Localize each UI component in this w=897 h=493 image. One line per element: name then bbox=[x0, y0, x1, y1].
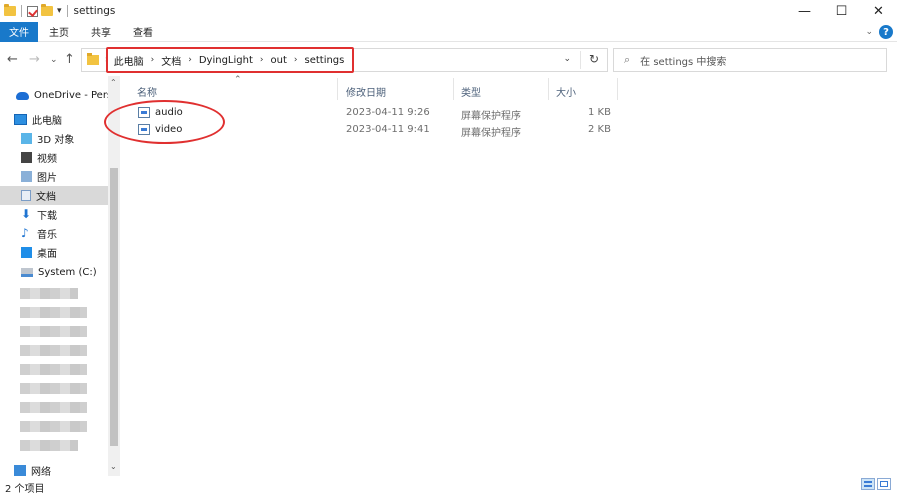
redacted-item bbox=[20, 383, 87, 394]
forward-arrow-icon[interactable]: → bbox=[29, 52, 40, 67]
picture-icon bbox=[21, 171, 32, 182]
tab-file[interactable]: 文件 bbox=[0, 21, 38, 42]
annotation-highlight-path bbox=[106, 47, 354, 73]
window-title: settings bbox=[73, 5, 116, 17]
column-header-size[interactable]: 大小 bbox=[556, 84, 576, 99]
recent-locations-icon[interactable]: ⌄ bbox=[50, 55, 58, 65]
sidebar-item-documents[interactable]: 文档 bbox=[0, 186, 108, 205]
download-icon: ⬇ bbox=[21, 207, 32, 221]
folder-icon bbox=[87, 53, 99, 65]
column-divider[interactable] bbox=[453, 78, 454, 100]
view-toggle bbox=[861, 478, 891, 490]
large-icons-view-button[interactable] bbox=[877, 478, 891, 490]
redacted-item bbox=[20, 440, 78, 451]
scroll-down-icon[interactable]: ⌄ bbox=[110, 462, 117, 471]
sidebar-item-pictures[interactable]: 图片 bbox=[0, 167, 108, 186]
search-box[interactable]: ⌕ 在 settings 中搜索 bbox=[613, 48, 887, 72]
column-divider[interactable] bbox=[617, 78, 618, 100]
sidebar-item-this-pc[interactable]: 此电脑 bbox=[0, 110, 108, 129]
scroll-up-icon[interactable]: ⌃ bbox=[110, 78, 117, 87]
music-icon: ♪ bbox=[21, 226, 29, 240]
sidebar-item-system-drive[interactable]: System (C:) bbox=[0, 263, 108, 282]
address-history-chevron-icon[interactable]: ⌄ bbox=[563, 54, 571, 64]
file-type: 屏幕保护程序 bbox=[461, 128, 521, 139]
file-date: 2023-04-11 9:41 bbox=[346, 124, 430, 135]
close-button[interactable]: ✕ bbox=[860, 0, 897, 22]
sidebar-item-music[interactable]: ♪ 音乐 bbox=[0, 224, 108, 243]
scrollbar-thumb[interactable] bbox=[110, 168, 118, 446]
details-view-button[interactable] bbox=[861, 478, 875, 490]
sidebar-item-network[interactable]: 网络 bbox=[0, 461, 108, 480]
title-bar: ▾ settings — ☐ ✕ bbox=[0, 0, 897, 22]
document-icon bbox=[21, 190, 31, 201]
search-input[interactable]: 在 settings 中搜索 bbox=[640, 53, 726, 68]
redacted-item bbox=[20, 288, 78, 299]
refresh-icon[interactable]: ↻ bbox=[589, 52, 599, 66]
divider bbox=[580, 51, 581, 69]
ribbon-tabs: 文件 主页 共享 查看 ⌄ ? bbox=[0, 21, 897, 42]
annotation-highlight-files bbox=[104, 100, 225, 144]
tab-view[interactable]: 查看 bbox=[122, 22, 164, 42]
details-view-icon bbox=[864, 481, 872, 487]
network-icon bbox=[14, 465, 26, 476]
file-type: 屏幕保护程序 bbox=[461, 111, 521, 122]
up-arrow-icon[interactable]: ↑ bbox=[64, 52, 75, 67]
sort-ascending-icon: ⌃ bbox=[234, 75, 242, 85]
redacted-item bbox=[20, 421, 87, 432]
sidebar-item-3d-objects[interactable]: 3D 对象 bbox=[0, 129, 108, 148]
redacted-item bbox=[20, 307, 87, 318]
minimize-button[interactable]: — bbox=[786, 0, 823, 22]
file-size: 1 KB bbox=[588, 107, 611, 118]
column-header-type[interactable]: 类型 bbox=[461, 84, 481, 99]
redacted-item bbox=[20, 326, 87, 337]
help-icon[interactable]: ? bbox=[879, 25, 893, 39]
back-arrow-icon[interactable]: ← bbox=[7, 52, 18, 67]
expand-ribbon-icon[interactable]: ⌄ bbox=[865, 27, 873, 37]
column-header-date[interactable]: 修改日期 bbox=[346, 84, 386, 99]
drive-icon bbox=[21, 268, 33, 277]
divider bbox=[66, 5, 68, 17]
quick-access-toolbar: ▾ bbox=[0, 0, 70, 22]
redacted-item bbox=[20, 345, 87, 356]
cloud-icon bbox=[16, 91, 29, 100]
redacted-item bbox=[20, 364, 87, 375]
sidebar-item-onedrive[interactable]: OneDrive - Perso bbox=[0, 86, 108, 105]
new-folder-icon[interactable] bbox=[41, 4, 53, 16]
redacted-item bbox=[20, 402, 87, 413]
maximize-button[interactable]: ☐ bbox=[823, 0, 860, 22]
customize-toolbar-icon[interactable]: ▾ bbox=[57, 6, 62, 16]
navigation-pane: OneDrive - Perso 此电脑 3D 对象 视频 图片 文档 ⬇ 下载… bbox=[0, 76, 108, 478]
sidebar-item-videos[interactable]: 视频 bbox=[0, 148, 108, 167]
cube-icon bbox=[21, 133, 32, 144]
column-divider[interactable] bbox=[548, 78, 549, 100]
column-divider[interactable] bbox=[337, 78, 338, 100]
item-count: 2 个项目 bbox=[5, 484, 45, 493]
divider bbox=[21, 5, 22, 17]
search-icon: ⌕ bbox=[624, 53, 631, 66]
properties-icon[interactable] bbox=[27, 5, 38, 17]
folder-icon bbox=[4, 4, 16, 16]
sidebar-item-desktop[interactable]: 桌面 bbox=[0, 243, 108, 262]
file-date: 2023-04-11 9:26 bbox=[346, 107, 430, 118]
column-headers: ⌃ 名称 修改日期 类型 大小 bbox=[120, 75, 897, 100]
tab-share[interactable]: 共享 bbox=[80, 22, 122, 42]
tab-home[interactable]: 主页 bbox=[38, 22, 80, 42]
desktop-icon bbox=[21, 247, 32, 258]
file-size: 2 KB bbox=[588, 124, 611, 135]
sidebar-item-downloads[interactable]: ⬇ 下载 bbox=[0, 205, 108, 224]
computer-icon bbox=[14, 114, 27, 125]
large-icons-view-icon bbox=[880, 481, 888, 487]
column-header-name[interactable]: 名称 bbox=[137, 84, 157, 99]
video-icon bbox=[21, 152, 32, 163]
